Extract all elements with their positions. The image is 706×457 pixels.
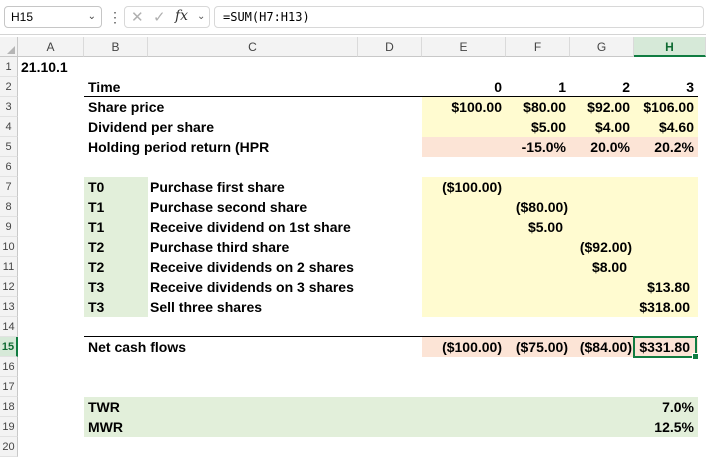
share-price-label[interactable]: Share price: [88, 97, 164, 117]
flow-period[interactable]: T0: [88, 177, 104, 197]
flow-description[interactable]: Purchase third share: [150, 237, 289, 257]
name-box-value: H15: [11, 10, 34, 24]
flow-period[interactable]: T1: [88, 197, 104, 217]
flow-f[interactable]: $5.00: [506, 217, 563, 237]
flow-description[interactable]: Sell three shares: [150, 297, 262, 317]
row-header-20[interactable]: 20: [0, 437, 18, 457]
flow-g[interactable]: ($92.00): [570, 237, 632, 257]
row-header-18[interactable]: 18: [0, 397, 18, 417]
flow-g[interactable]: $8.00: [570, 257, 627, 277]
cancel-icon[interactable]: ✕: [131, 8, 144, 26]
row-header-7[interactable]: 7: [0, 177, 18, 197]
name-box[interactable]: H15 ⌄: [4, 6, 102, 28]
flow-f[interactable]: ($80.00): [506, 197, 568, 217]
row-header-10[interactable]: 10: [0, 237, 18, 257]
row-header-1[interactable]: 1: [0, 57, 18, 77]
formula-buttons: ✕ ✓ fx ⌄: [124, 6, 210, 28]
twr-value[interactable]: 7.0%: [634, 397, 694, 417]
hpr-1[interactable]: -15.0%: [506, 137, 566, 157]
row-header-13[interactable]: 13: [0, 297, 18, 317]
hpr-3[interactable]: 20.2%: [634, 137, 694, 157]
share-price-0[interactable]: $100.00: [422, 97, 502, 117]
row-header-6[interactable]: 6: [0, 157, 18, 177]
net-cash-flow-e[interactable]: ($100.00): [422, 337, 502, 357]
flow-description[interactable]: Receive dividend on 1st share: [150, 217, 351, 237]
chevron-down-icon[interactable]: ⌄: [88, 7, 96, 27]
time-1[interactable]: 1: [506, 77, 566, 97]
column-header-c[interactable]: C: [148, 37, 358, 57]
hpr-label[interactable]: Holding period return (HPR: [88, 137, 269, 157]
column-header-d[interactable]: D: [358, 37, 422, 57]
dividend-3[interactable]: $4.60: [634, 117, 694, 137]
row-header-16[interactable]: 16: [0, 357, 18, 377]
insert-function-icon[interactable]: fx: [175, 8, 188, 24]
flow-period[interactable]: T1: [88, 217, 104, 237]
formula-bar: H15 ⌄ ⋮ ✕ ✓ fx ⌄ =SUM(H7:H13): [0, 0, 706, 35]
column-header-a[interactable]: A: [18, 37, 84, 57]
time-3[interactable]: 3: [634, 77, 694, 97]
flow-description[interactable]: Purchase first share: [150, 177, 285, 197]
more-options-icon[interactable]: ⋮: [108, 8, 122, 26]
flow-period[interactable]: T3: [88, 277, 104, 297]
enter-check-icon[interactable]: ✓: [153, 8, 166, 26]
formula-input[interactable]: =SUM(H7:H13): [214, 6, 704, 28]
flow-period[interactable]: T2: [88, 237, 104, 257]
row-header-4[interactable]: 4: [0, 117, 18, 137]
hpr-2[interactable]: 20.0%: [570, 137, 630, 157]
column-header-g[interactable]: G: [570, 37, 634, 57]
flow-period[interactable]: T2: [88, 257, 104, 277]
column-header-b[interactable]: B: [84, 37, 148, 57]
row-header-2[interactable]: 2: [0, 77, 18, 97]
net-cash-flow-g[interactable]: ($84.00): [570, 337, 632, 357]
flow-e[interactable]: ($100.00): [422, 177, 502, 197]
active-cell-selection[interactable]: [633, 336, 699, 360]
net-cash-flow-f[interactable]: ($75.00): [506, 337, 568, 357]
time-label[interactable]: Time: [88, 77, 120, 97]
chevron-down-icon[interactable]: ⌄: [197, 11, 205, 22]
flow-period[interactable]: T3: [88, 297, 104, 317]
share-price-2[interactable]: $92.00: [570, 97, 630, 117]
flow-h[interactable]: $318.00: [634, 297, 690, 317]
mwr-label[interactable]: MWR: [88, 417, 123, 437]
flow-description[interactable]: Purchase second share: [150, 197, 307, 217]
flow-description[interactable]: Receive dividends on 3 shares: [150, 277, 354, 297]
row-header-11[interactable]: 11: [0, 257, 18, 277]
dividend-1[interactable]: $5.00: [506, 117, 566, 137]
spreadsheet-grid: A B C D E F G H 1 2 3 4 5 6 7 8 9 10 11 …: [0, 37, 706, 457]
row-header-19[interactable]: 19: [0, 417, 18, 437]
flow-h[interactable]: $13.80: [634, 277, 690, 297]
row-header-3[interactable]: 3: [0, 97, 18, 117]
title-cell[interactable]: 21.10.1: [21, 57, 68, 77]
time-2[interactable]: 2: [570, 77, 630, 97]
column-header-e[interactable]: E: [422, 37, 506, 57]
share-price-1[interactable]: $80.00: [506, 97, 566, 117]
returns-fill: [84, 397, 698, 437]
select-all-corner[interactable]: [0, 37, 18, 57]
net-cash-flows-label[interactable]: Net cash flows: [88, 337, 186, 357]
time-0[interactable]: 0: [422, 77, 502, 97]
share-price-3[interactable]: $106.00: [634, 97, 694, 117]
column-header-f[interactable]: F: [506, 37, 570, 57]
twr-label[interactable]: TWR: [88, 397, 120, 417]
dividend-label[interactable]: Dividend per share: [88, 117, 214, 137]
row-header-12[interactable]: 12: [0, 277, 18, 297]
row-header-8[interactable]: 8: [0, 197, 18, 217]
flow-description[interactable]: Receive dividends on 2 shares: [150, 257, 354, 277]
row-header-17[interactable]: 17: [0, 377, 18, 397]
row-header-9[interactable]: 9: [0, 217, 18, 237]
row-header-14[interactable]: 14: [0, 317, 18, 337]
dividend-2[interactable]: $4.00: [570, 117, 630, 137]
mwr-value[interactable]: 12.5%: [634, 417, 694, 437]
row-header-15[interactable]: 15: [0, 337, 18, 357]
column-header-h[interactable]: H: [634, 37, 706, 57]
row-header-5[interactable]: 5: [0, 137, 18, 157]
